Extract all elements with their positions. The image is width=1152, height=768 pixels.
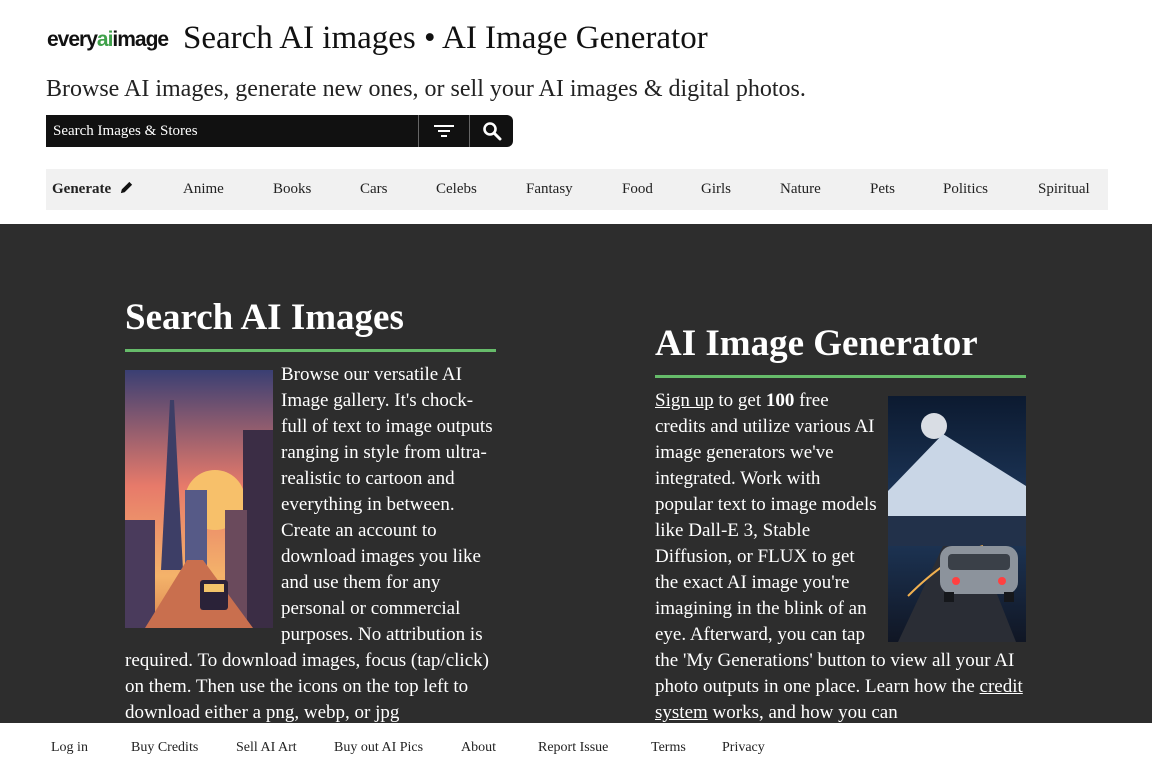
footer-link-buy-credits[interactable]: Buy Credits [131, 740, 198, 756]
ai-image-generator-text-block: Sign up to get 100 free credits and util… [655, 388, 1026, 726]
nav-item-pets[interactable]: Pets [870, 181, 895, 198]
search-ai-images-text-block: Browse our versatile AI Image gallery. I… [125, 362, 496, 726]
nav-item-fantasy[interactable]: Fantasy [526, 181, 573, 198]
nav-item-celebs[interactable]: Celebs [436, 181, 477, 198]
heading-underline [125, 349, 496, 352]
site-footer: Log in Buy Credits Sell AI Art Buy out A… [0, 723, 1152, 768]
feature-section: Search AI Images Browse our versatile AI… [0, 224, 1152, 768]
nav-item-politics[interactable]: Politics [943, 181, 988, 198]
footer-link-about[interactable]: About [461, 740, 496, 756]
logo-part-every: every [47, 28, 98, 51]
pencil-icon [120, 181, 133, 194]
site-header: everyaiimage Search AI images • AI Image… [0, 0, 1152, 224]
nav-item-cars[interactable]: Cars [360, 181, 388, 198]
generator-text-part-c: works, and how you can [707, 702, 898, 723]
nav-item-food[interactable]: Food [622, 181, 653, 198]
search-ai-images-column: Search AI Images Browse our versatile AI… [125, 296, 496, 726]
heading-underline [655, 375, 1026, 378]
mountain-car-image [888, 396, 1026, 642]
generator-text-part-a: to get [713, 390, 766, 411]
tagline: Browse AI images, generate new ones, or … [46, 76, 806, 102]
logo-part-image: image [112, 28, 169, 51]
logo-part-ai: ai [96, 28, 113, 51]
site-logo[interactable]: everyaiimage [47, 28, 169, 52]
search-ai-images-heading: Search AI Images [125, 297, 404, 338]
filter-icon [434, 125, 454, 137]
nav-item-anime[interactable]: Anime [183, 181, 224, 198]
nav-item-nature[interactable]: Nature [780, 181, 821, 198]
footer-link-report-issue[interactable]: Report Issue [538, 740, 608, 756]
footer-link-terms[interactable]: Terms [651, 740, 686, 756]
footer-link-sell-ai-art[interactable]: Sell AI Art [236, 740, 297, 756]
filter-button[interactable] [418, 115, 470, 147]
search-button[interactable] [470, 115, 513, 147]
city-sunset-image [125, 370, 273, 628]
category-nav: Generate Anime Books Cars Celebs Fantasy… [46, 169, 1108, 210]
nav-item-books[interactable]: Books [273, 181, 311, 198]
search-bar [46, 115, 513, 147]
ai-image-generator-heading: AI Image Generator [655, 323, 978, 364]
nav-generate[interactable]: Generate [52, 180, 134, 198]
nav-item-girls[interactable]: Girls [701, 181, 731, 198]
ai-image-generator-column: AI Image Generator Sign up to get 100 fr… [655, 322, 1026, 726]
sign-up-link[interactable]: Sign up [655, 390, 714, 411]
nav-generate-label: Generate [52, 181, 112, 197]
nav-item-spiritual[interactable]: Spiritual [1038, 181, 1090, 198]
search-icon [482, 122, 501, 141]
footer-link-buy-out-ai-pics[interactable]: Buy out AI Pics [334, 740, 423, 756]
page-title: Search AI images • AI Image Generator [183, 20, 708, 56]
footer-link-log-in[interactable]: Log in [51, 740, 88, 756]
footer-link-privacy[interactable]: Privacy [722, 740, 765, 756]
search-input[interactable] [46, 115, 418, 147]
free-credits-amount: 100 [765, 390, 795, 411]
